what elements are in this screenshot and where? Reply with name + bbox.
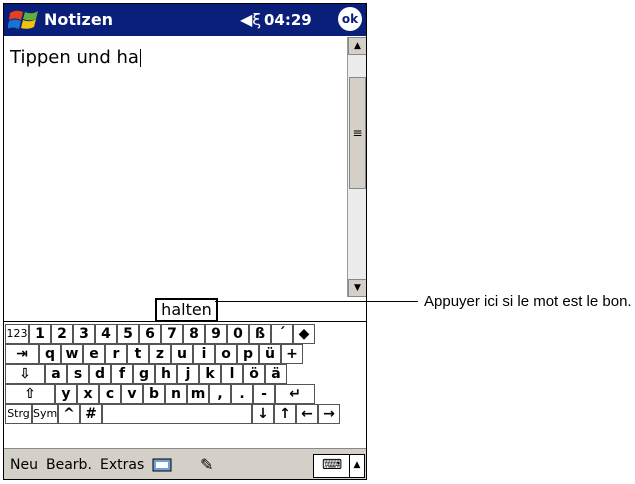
menu-tools[interactable]: Extras [100,457,144,473]
note-text-area[interactable]: Tippen und ha [4,37,346,295]
key[interactable]: n [165,384,187,404]
key[interactable]: j [177,364,199,384]
arrow-up-key[interactable]: ↑ [274,404,296,424]
ok-button[interactable]: ok [338,7,362,31]
key[interactable]: s [67,364,89,384]
title-bar: Notizen ◀ξ 04:29 ok [4,4,366,36]
key[interactable]: r [105,344,127,364]
key[interactable]: + [281,344,303,364]
keyboard-row-1: 123 1 2 3 4 5 6 7 8 9 0 ß ´ ◆ [4,324,366,344]
soft-keyboard: 123 1 2 3 4 5 6 7 8 9 0 ß ´ ◆ ⇥ q w e r … [4,321,366,446]
app-title: Notizen [44,10,114,29]
speaker-icon[interactable]: ◀ξ [240,10,261,29]
key[interactable]: ä [265,364,287,384]
note-content: Tippen und ha [10,47,139,68]
keyboard-row-4: ⇧ y x c v b n m , . - ↵ [4,384,366,404]
key[interactable]: m [187,384,209,404]
note-text: Tippen und ha [10,47,141,68]
key[interactable]: 7 [161,324,183,344]
key[interactable]: ü [259,344,281,364]
keyboard-row-3: ⇩ a s d f g h j k l ö ä [4,364,366,384]
key[interactable]: 3 [73,324,95,344]
menu-bar: Neu Bearb. Extras ✎ ⌨ ▲ [4,448,366,479]
scroll-up-button[interactable]: ▲ [348,37,366,55]
key[interactable]: b [143,384,165,404]
arrow-right-key[interactable]: → [318,404,340,424]
key[interactable]: - [253,384,275,404]
caps-lock-key[interactable]: ⇩ [5,364,45,384]
recorder-icon[interactable] [152,457,172,473]
key[interactable]: w [61,344,83,364]
windows-start-icon[interactable] [8,7,40,33]
arrow-down-key[interactable]: ↓ [252,404,274,424]
pen-icon[interactable]: ✎ [200,455,213,474]
keyboard-row-2: ⇥ q w e r t z u i o p ü + [4,344,366,364]
key[interactable]: p [237,344,259,364]
key[interactable]: k [199,364,221,384]
input-menu-arrow-icon[interactable]: ▲ [349,454,365,478]
key[interactable]: x [77,384,99,404]
shift-key[interactable]: ⇧ [5,384,55,404]
text-caret [139,49,141,67]
key[interactable]: o [215,344,237,364]
key[interactable]: u [171,344,193,364]
menu-edit[interactable]: Bearb. [46,457,92,473]
key[interactable]: v [121,384,143,404]
key[interactable]: f [111,364,133,384]
key[interactable]: t [127,344,149,364]
key[interactable]: i [193,344,215,364]
key[interactable]: z [149,344,171,364]
key[interactable]: y [55,384,77,404]
key[interactable]: ö [243,364,265,384]
key[interactable]: 4 [95,324,117,344]
key[interactable]: h [155,364,177,384]
enter-key[interactable]: ↵ [275,384,315,404]
key[interactable]: ^ [58,404,80,424]
scroll-down-button[interactable]: ▼ [348,279,366,297]
backspace-key[interactable]: ◆ [293,324,315,344]
key[interactable]: d [89,364,111,384]
key[interactable]: l [221,364,243,384]
word-suggestion[interactable]: halten [155,298,218,322]
tab-key[interactable]: ⇥ [5,344,39,364]
space-key[interactable] [102,404,252,424]
key[interactable]: 9 [205,324,227,344]
callout-text: Appuyer ici si le mot est le bon. [424,293,632,310]
key[interactable]: 2 [51,324,73,344]
key[interactable]: 1 [29,324,51,344]
scroll-thumb[interactable]: ≡ [349,77,366,189]
key[interactable]: ´ [271,324,293,344]
key[interactable]: c [99,384,121,404]
callout-line [215,301,418,302]
key[interactable]: a [45,364,67,384]
key[interactable]: 5 [117,324,139,344]
keyboard-icon[interactable]: ⌨ [313,454,351,478]
vertical-scrollbar[interactable]: ▲ ≡ ▼ [347,37,366,297]
device-screen: Notizen ◀ξ 04:29 ok Tippen und ha ▲ ≡ ▼ … [3,3,367,480]
key[interactable]: . [231,384,253,404]
key[interactable]: ß [249,324,271,344]
key[interactable]: q [39,344,61,364]
key[interactable]: 0 [227,324,249,344]
key[interactable]: 6 [139,324,161,344]
keyboard-row-5: Strg Sym ^ # ↓ ↑ ← → [4,404,366,424]
arrow-left-key[interactable]: ← [296,404,318,424]
clock[interactable]: 04:29 [264,11,312,29]
menu-new[interactable]: Neu [10,457,38,473]
key[interactable]: , [209,384,231,404]
symbol-key[interactable]: Sym [32,404,58,424]
ctrl-key[interactable]: Strg [5,404,32,424]
key[interactable]: # [80,404,102,424]
key[interactable]: 8 [183,324,205,344]
key[interactable]: g [133,364,155,384]
key-123[interactable]: 123 [5,324,29,344]
key[interactable]: e [83,344,105,364]
